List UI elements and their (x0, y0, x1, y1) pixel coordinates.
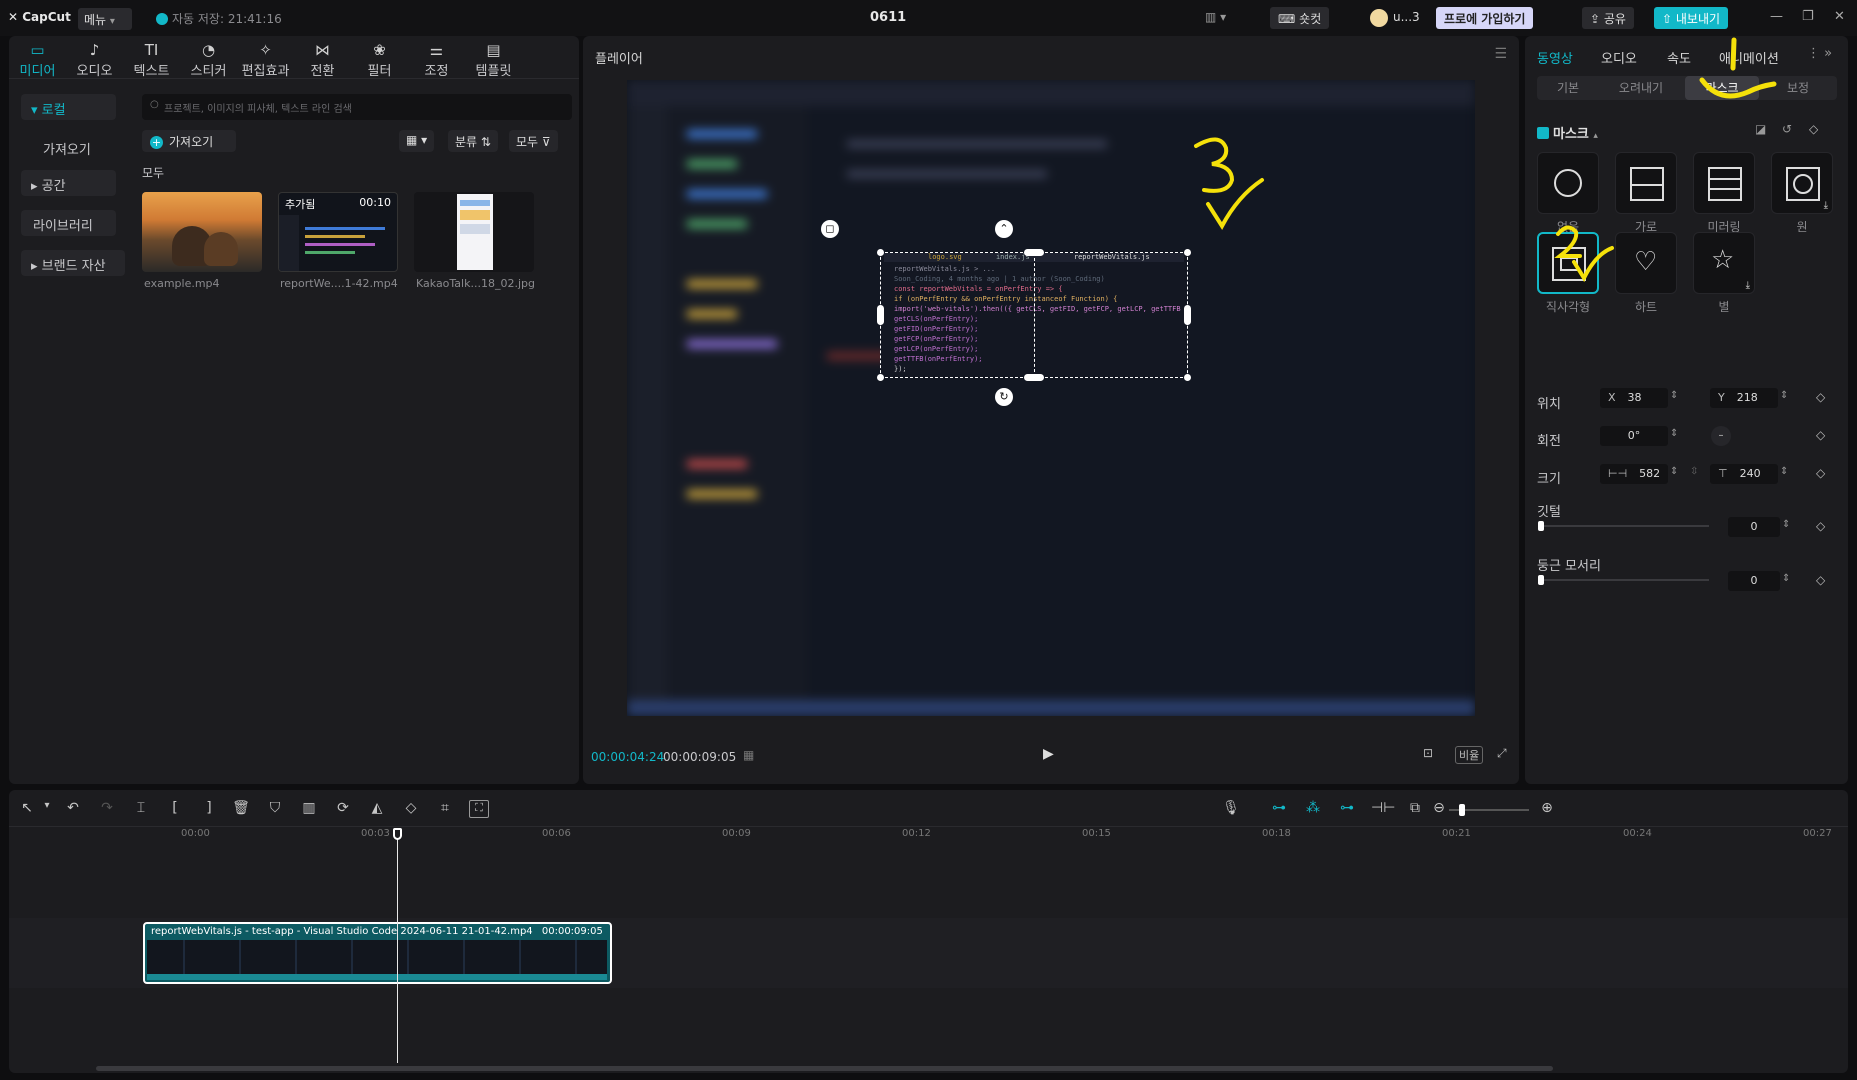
annotation-stroke (1730, 37, 1737, 71)
annotation-stroke (1206, 178, 1264, 230)
annotation-stroke (1699, 77, 1777, 99)
handwritten-annotations (1194, 37, 1777, 283)
annotation-stroke (1572, 246, 1614, 283)
annotation-stroke (1194, 137, 1235, 193)
annotation-stroke (1554, 225, 1582, 258)
